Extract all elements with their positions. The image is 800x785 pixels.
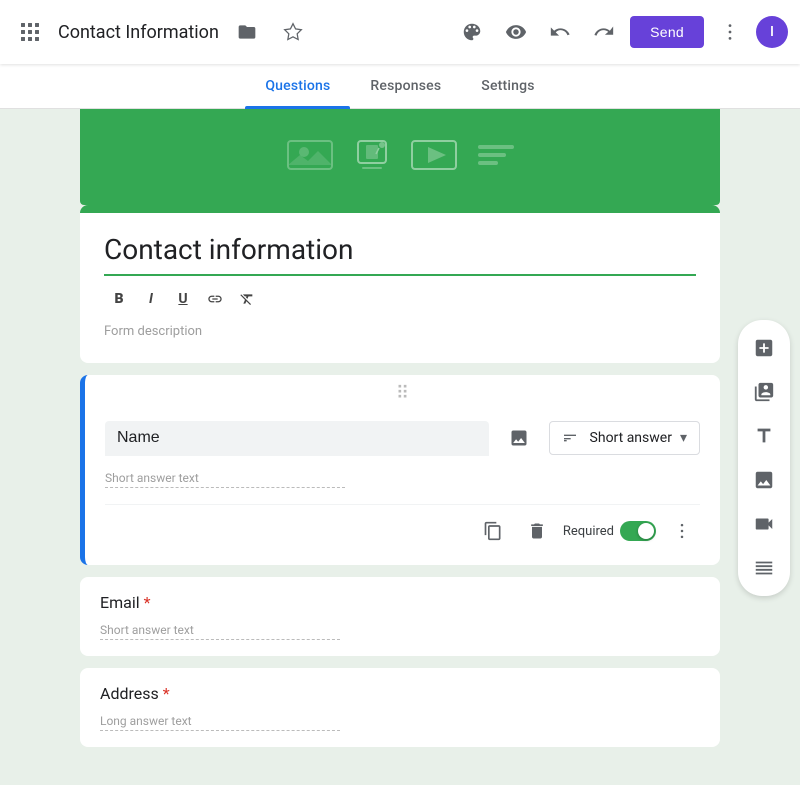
grid-menu-icon[interactable] bbox=[12, 14, 48, 50]
tab-questions[interactable]: Questions bbox=[245, 64, 350, 108]
form-title-card: Contact information B I U Form descripti… bbox=[80, 205, 720, 363]
required-toggle[interactable] bbox=[620, 521, 656, 541]
add-image-button[interactable] bbox=[744, 460, 784, 500]
redo-icon[interactable] bbox=[586, 14, 622, 50]
clear-format-button[interactable] bbox=[232, 284, 262, 314]
toggle-knob bbox=[638, 523, 654, 539]
more-options-question-button[interactable] bbox=[664, 513, 700, 549]
banner-icon-1 bbox=[286, 137, 334, 177]
email-field-label: Email * bbox=[100, 593, 700, 612]
add-image-to-question-button[interactable] bbox=[501, 420, 537, 456]
question-type-label: Short answer bbox=[590, 430, 672, 446]
question-card-email: Email * Short answer text bbox=[80, 577, 720, 656]
topbar-right: Send I bbox=[454, 14, 788, 50]
question-type-dropdown[interactable]: Short answer ▾ bbox=[549, 421, 700, 455]
folder-icon[interactable] bbox=[229, 14, 265, 50]
required-group: Required bbox=[563, 521, 656, 541]
banner-icon-2 bbox=[354, 137, 390, 177]
app-title: Contact Information bbox=[58, 22, 219, 43]
palette-icon[interactable] bbox=[454, 14, 490, 50]
form-title[interactable]: Contact information bbox=[104, 233, 696, 276]
question-card-address: Address * Long answer text bbox=[80, 668, 720, 747]
star-icon[interactable] bbox=[275, 14, 311, 50]
add-title-button[interactable] bbox=[744, 416, 784, 456]
undo-icon[interactable] bbox=[542, 14, 578, 50]
right-toolbar bbox=[738, 320, 790, 596]
banner-icon-4 bbox=[478, 145, 514, 169]
required-label: Required bbox=[563, 524, 614, 539]
address-answer-placeholder: Long answer text bbox=[100, 711, 340, 731]
underline-button[interactable]: U bbox=[168, 284, 198, 314]
form-description[interactable]: Form description bbox=[104, 324, 696, 339]
tab-responses[interactable]: Responses bbox=[350, 64, 461, 108]
drag-handle[interactable]: ⠿ bbox=[85, 375, 720, 404]
delete-question-button[interactable] bbox=[519, 513, 555, 549]
short-answer-placeholder: Short answer text bbox=[105, 468, 345, 488]
email-required-star: * bbox=[140, 593, 151, 612]
address-field-label: Address * bbox=[100, 684, 700, 703]
form-banner bbox=[80, 109, 720, 205]
question-card-name: ⠿ Short answer ▾ Short answer text bbox=[80, 375, 720, 565]
dropdown-chevron: ▾ bbox=[680, 430, 687, 446]
tab-settings[interactable]: Settings bbox=[461, 64, 554, 108]
more-options-icon[interactable] bbox=[712, 14, 748, 50]
topbar-left: Contact Information bbox=[12, 14, 454, 50]
address-required-star: * bbox=[159, 684, 170, 703]
send-button[interactable]: Send bbox=[630, 16, 704, 48]
email-answer-placeholder: Short answer text bbox=[100, 620, 340, 640]
formatting-bar: B I U bbox=[104, 284, 696, 314]
question-name-input[interactable] bbox=[105, 421, 489, 456]
bold-button[interactable]: B bbox=[104, 284, 134, 314]
import-questions-button[interactable] bbox=[744, 372, 784, 412]
question-actions: Required bbox=[105, 504, 700, 549]
add-section-button[interactable] bbox=[744, 548, 784, 588]
topbar: Contact Information bbox=[0, 0, 800, 64]
italic-button[interactable]: I bbox=[136, 284, 166, 314]
add-video-button[interactable] bbox=[744, 504, 784, 544]
main-content: Contact information B I U Form descripti… bbox=[0, 109, 800, 781]
duplicate-question-button[interactable] bbox=[475, 513, 511, 549]
add-question-button[interactable] bbox=[744, 328, 784, 368]
banner-icon-3 bbox=[410, 137, 458, 177]
question-top: Short answer ▾ bbox=[105, 420, 700, 456]
tabs-bar: Questions Responses Settings bbox=[0, 64, 800, 109]
avatar[interactable]: I bbox=[756, 16, 788, 48]
eye-icon[interactable] bbox=[498, 14, 534, 50]
link-button[interactable] bbox=[200, 284, 230, 314]
